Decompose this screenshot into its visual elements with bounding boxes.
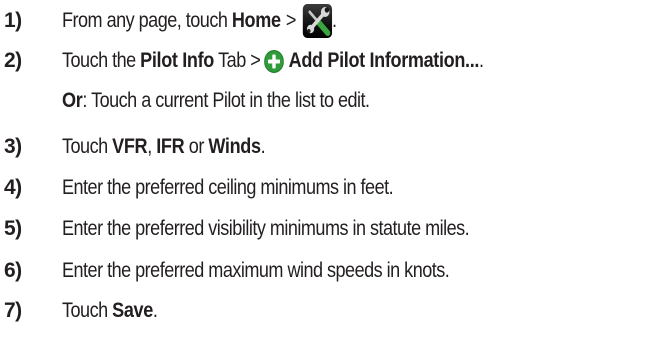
add-pilot-information-label: Add Pilot Information... (288, 49, 480, 72)
step-text: Enter the preferred maximum wind speeds … (62, 259, 450, 282)
ifr-label: IFR (156, 135, 185, 158)
step-text-before: Touch (62, 299, 113, 322)
step-text-mid: , (147, 135, 157, 158)
step-text: Touch the Pilot Info Tab > Add Pilot Inf… (62, 49, 484, 73)
wrench-screwdriver-icon (302, 4, 332, 38)
step-text: Enter the preferred ceiling minimums in … (62, 176, 394, 199)
step-number: 7) (4, 299, 22, 322)
step-text-after: . (479, 49, 484, 72)
step-text-after: . (152, 299, 158, 322)
step-number: 1) (4, 9, 22, 32)
vfr-label: VFR (112, 135, 148, 158)
save-label: Save (112, 299, 153, 322)
step-number: 5) (4, 217, 22, 240)
step-text: Touch VFR , IFR or Winds . (62, 135, 266, 159)
home-label: Home (231, 9, 281, 32)
step-text-before: From any page, touch (62, 9, 232, 32)
step-number: 6) (4, 259, 22, 282)
or-label: Or (62, 89, 83, 112)
step-text-after: . (331, 9, 337, 32)
step-text-after: : Touch a current Pilot in the list to e… (82, 89, 370, 112)
separator: > (285, 9, 297, 32)
step-text-mid-2: or (184, 135, 209, 158)
step-text: Touch Save . (62, 299, 158, 323)
green-plus-icon (263, 49, 284, 73)
separator: > (250, 49, 261, 72)
step-number: 2) (4, 49, 22, 72)
step-text: Or : Touch a current Pilot in the list t… (62, 89, 370, 113)
step-text-after: . (260, 135, 266, 158)
step-text-before: Touch the (62, 49, 141, 72)
step-number: 3) (4, 135, 22, 158)
winds-label: Winds (208, 135, 261, 158)
step-text-before: Touch (62, 135, 113, 158)
step-text: Enter the preferred visibility minimums … (62, 217, 470, 240)
pilot-info-label: Pilot Info (140, 49, 214, 72)
step-text-mid: Tab (213, 49, 251, 72)
step-number: 4) (4, 176, 22, 199)
step-text: From any page, touch Home > . (62, 4, 337, 38)
